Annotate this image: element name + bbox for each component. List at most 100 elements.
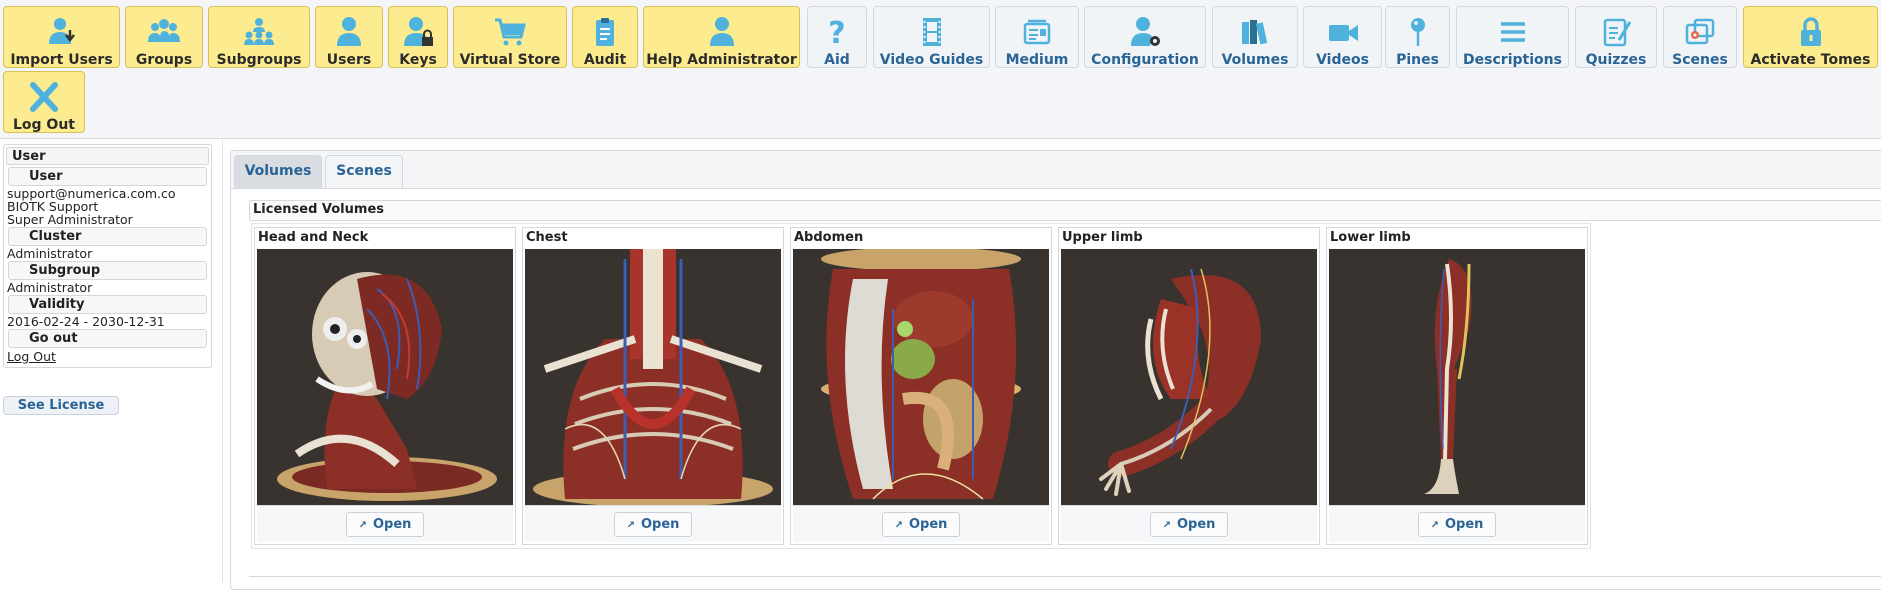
- keys-button[interactable]: Keys: [388, 6, 448, 68]
- scenes-label: Scenes: [1672, 52, 1728, 68]
- open-lower-limb-button[interactable]: ↗ Open: [1418, 512, 1496, 537]
- pines-button[interactable]: Pines: [1385, 6, 1450, 68]
- abdomen-image[interactable]: [793, 249, 1049, 505]
- tab-scenes[interactable]: Scenes: [325, 155, 403, 188]
- open-abdomen-button[interactable]: ↗ Open: [882, 512, 960, 537]
- audit-label: Audit: [583, 52, 627, 68]
- subgroup-heading: Subgroup: [8, 261, 207, 280]
- close-icon: [27, 81, 61, 113]
- volume-card-chest: Chest ↗ Open: [522, 227, 784, 545]
- activate-tomes-label: Activate Tomes: [1750, 52, 1871, 68]
- descriptions-button[interactable]: Descriptions: [1456, 6, 1569, 68]
- keys-label: Keys: [399, 52, 437, 68]
- tab-volumes[interactable]: Volumes: [234, 155, 322, 188]
- subgroup-value: Administrator: [7, 280, 93, 295]
- volume-card-head-and-neck: Head and Neck ↗ Open: [254, 227, 516, 545]
- clipboard-icon: [588, 16, 622, 48]
- pines-label: Pines: [1396, 52, 1439, 68]
- quizzes-label: Quizzes: [1585, 52, 1647, 68]
- subgroups-icon: [242, 16, 276, 48]
- film-icon: [915, 16, 949, 48]
- subgroups-button[interactable]: Subgroups: [208, 6, 310, 68]
- medium-button[interactable]: Medium: [995, 6, 1079, 68]
- aid-label: Aid: [824, 52, 850, 68]
- volume-title: Abdomen: [794, 230, 864, 245]
- volume-footer: ↗ Open: [1061, 505, 1317, 542]
- log-out-button[interactable]: Log Out: [3, 71, 85, 133]
- descriptions-label: Descriptions: [1463, 52, 1562, 68]
- open-label: Open: [640, 517, 680, 532]
- scenes-icon: [1683, 16, 1717, 48]
- groups-icon: [147, 16, 181, 48]
- help-administrator-button[interactable]: Help Administrator: [643, 6, 800, 68]
- user-lock-icon: [401, 16, 435, 48]
- open-label: Open: [1444, 517, 1484, 532]
- video-guides-button[interactable]: Video Guides: [873, 6, 990, 68]
- scenes-button[interactable]: Scenes: [1663, 6, 1737, 68]
- tab-bar: Volumes Scenes: [231, 151, 1881, 189]
- open-head-and-neck-button[interactable]: ↗ Open: [346, 512, 424, 537]
- head-and-neck-image[interactable]: [257, 249, 513, 505]
- lock-icon: [1794, 16, 1828, 48]
- volume-title: Head and Neck: [258, 230, 369, 245]
- volume-footer: ↗ Open: [793, 505, 1049, 542]
- books-icon: [1238, 16, 1272, 48]
- aid-button[interactable]: ? Aid: [807, 6, 867, 68]
- user-info-panel: User User support@numerica.com.co BIOTK …: [3, 144, 212, 368]
- log-out-label: Log Out: [13, 117, 75, 133]
- external-link-icon: ↗: [1430, 520, 1439, 531]
- sidebar-divider: [222, 140, 223, 582]
- volume-card-abdomen: Abdomen ↗ Open: [790, 227, 1052, 545]
- import-users-button[interactable]: Import Users: [3, 6, 120, 68]
- import-users-label: Import Users: [10, 52, 113, 68]
- question-icon: ?: [820, 16, 854, 48]
- cluster-value: Administrator: [7, 246, 93, 261]
- chest-image[interactable]: [525, 249, 781, 505]
- volume-title: Lower limb: [1330, 230, 1411, 245]
- import-users-icon: [45, 16, 79, 48]
- cluster-heading: Cluster: [8, 227, 207, 246]
- volume-footer: ↗ Open: [1329, 505, 1585, 542]
- subgroups-label: Subgroups: [216, 52, 302, 68]
- open-label: Open: [1176, 517, 1216, 532]
- open-chest-button[interactable]: ↗ Open: [614, 512, 692, 537]
- configuration-button[interactable]: Configuration: [1084, 6, 1206, 68]
- volume-footer: ↗ Open: [257, 505, 513, 542]
- virtual-store-button[interactable]: Virtual Store: [453, 6, 567, 68]
- video-guides-label: Video Guides: [879, 52, 984, 68]
- open-label: Open: [908, 517, 948, 532]
- volumes-button[interactable]: Volumes: [1212, 6, 1298, 68]
- upper-limb-image[interactable]: [1061, 249, 1317, 505]
- svg-text:?: ?: [828, 16, 845, 48]
- virtual-store-label: Virtual Store: [459, 52, 561, 68]
- licensed-volumes-heading: Licensed Volumes: [249, 200, 1881, 221]
- open-upper-limb-button[interactable]: ↗ Open: [1150, 512, 1228, 537]
- volume-footer: ↗ Open: [525, 505, 781, 542]
- external-link-icon: ↗: [894, 520, 903, 531]
- user-role: Super Administrator: [7, 212, 133, 227]
- media-icon: [1020, 16, 1054, 48]
- activate-tomes-button[interactable]: Activate Tomes: [1743, 6, 1878, 68]
- video-camera-icon: [1326, 16, 1360, 48]
- videos-label: Videos: [1316, 52, 1369, 68]
- volumes-label: Volumes: [1221, 52, 1289, 68]
- user-section-heading: User: [8, 167, 207, 186]
- groups-button[interactable]: Groups: [125, 6, 203, 68]
- lower-limb-image[interactable]: [1329, 249, 1585, 505]
- volume-title: Chest: [526, 230, 568, 245]
- help-administrator-label: Help Administrator: [646, 52, 797, 68]
- users-button[interactable]: Users: [315, 6, 383, 68]
- sidebar-log-out-link[interactable]: Log Out: [4, 349, 211, 364]
- user-icon: [705, 16, 739, 48]
- see-license-button[interactable]: See License: [3, 396, 119, 415]
- external-link-icon: ↗: [626, 520, 635, 531]
- audit-button[interactable]: Audit: [572, 6, 638, 68]
- go-out-heading: Go out: [8, 329, 207, 348]
- user-icon: [332, 16, 366, 48]
- videos-button[interactable]: Videos: [1303, 6, 1382, 68]
- medium-label: Medium: [1005, 52, 1069, 68]
- open-label: Open: [372, 517, 412, 532]
- groups-label: Groups: [135, 52, 193, 68]
- quizzes-button[interactable]: Quizzes: [1575, 6, 1657, 68]
- validity-heading: Validity: [8, 295, 207, 314]
